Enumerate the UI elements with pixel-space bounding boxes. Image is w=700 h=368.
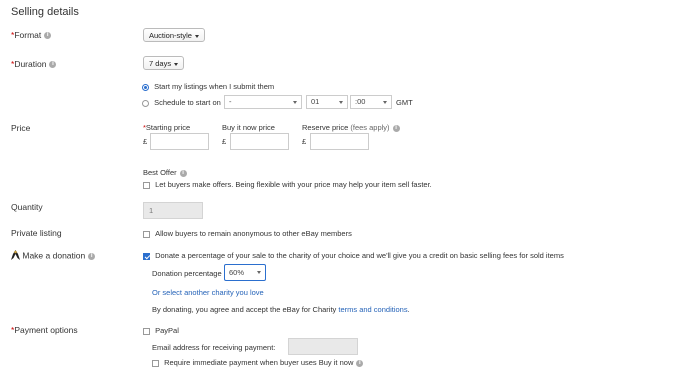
price-label: Price <box>11 123 31 133</box>
info-icon[interactable]: i <box>392 124 400 132</box>
quantity-label: Quantity <box>11 202 43 212</box>
duration-label: *Duration i <box>11 59 57 69</box>
info-icon[interactable]: i <box>49 61 57 69</box>
page-title: Selling details <box>11 6 79 18</box>
payment-options-label: *Payment options <box>11 325 78 335</box>
info-icon[interactable]: i <box>44 32 52 40</box>
donation-terms: By donating, you agree and accept the eB… <box>152 305 410 314</box>
start-now-option[interactable]: Start my listings when I submit them <box>142 82 274 91</box>
terms-link[interactable]: terms and conditions <box>338 305 407 314</box>
best-offer-label: Best Offer i <box>143 168 187 177</box>
donation-option[interactable]: Donate a percentage of your sale to the … <box>143 251 564 260</box>
starting-price-label: *Starting price <box>143 123 191 132</box>
schedule-date-select[interactable]: - <box>224 95 302 109</box>
best-offer-option[interactable]: Let buyers make offers. Being flexible w… <box>143 180 432 189</box>
private-listing-checkbox[interactable] <box>143 230 150 238</box>
immediate-payment-checkbox[interactable] <box>152 359 159 367</box>
buy-now-price-input[interactable] <box>230 133 289 150</box>
start-now-radio[interactable] <box>142 83 149 91</box>
schedule-option[interactable]: Schedule to start on <box>142 98 221 107</box>
private-listing-label: Private listing <box>11 228 62 238</box>
chevron-down-icon <box>257 271 261 274</box>
donation-percentage-label: Donation percentage <box>152 269 222 278</box>
chevron-down-icon <box>339 101 343 104</box>
charity-ribbon-icon <box>11 250 20 262</box>
donation-label: Make a donation i <box>11 250 96 262</box>
currency-symbol: £ <box>302 137 307 146</box>
paypal-option[interactable]: PayPal <box>143 326 179 335</box>
reserve-price-input[interactable] <box>310 133 369 150</box>
currency-symbol: £ <box>222 137 227 146</box>
buy-now-price-label: Buy it now price <box>222 123 275 132</box>
format-dropdown[interactable]: Auction-style <box>143 28 205 42</box>
chevron-down-icon <box>383 101 387 104</box>
immediate-payment-option[interactable]: Require immediate payment when buyer use… <box>152 358 364 367</box>
timezone-label: GMT <box>396 98 413 107</box>
private-listing-option[interactable]: Allow buyers to remain anonymous to othe… <box>143 229 352 238</box>
chevron-down-icon <box>194 34 199 38</box>
reserve-price-label: Reserve price (fees apply) i <box>302 123 400 132</box>
donation-percentage-select[interactable]: 60% <box>224 264 266 281</box>
info-icon[interactable]: i <box>179 169 187 177</box>
chevron-down-icon <box>174 62 179 66</box>
format-label: *Format i <box>11 30 52 40</box>
select-charity-link[interactable]: Or select another charity you love <box>152 288 264 297</box>
chevron-down-icon <box>293 101 297 104</box>
paypal-checkbox[interactable] <box>143 327 150 335</box>
starting-price-input[interactable] <box>150 133 209 150</box>
paypal-email-input[interactable] <box>288 338 358 355</box>
info-icon[interactable]: i <box>88 252 96 260</box>
schedule-hour-select[interactable]: 01 <box>306 95 348 109</box>
best-offer-checkbox[interactable] <box>143 181 150 189</box>
paypal-email-label: Email address for receiving payment: <box>152 343 276 352</box>
donation-checkbox[interactable] <box>143 252 150 260</box>
currency-symbol: £ <box>143 137 148 146</box>
schedule-minute-select[interactable]: :00 <box>350 95 392 109</box>
info-icon[interactable]: i <box>356 359 364 367</box>
schedule-radio[interactable] <box>142 99 149 107</box>
quantity-input[interactable]: 1 <box>143 202 203 219</box>
duration-dropdown[interactable]: 7 days <box>143 56 185 70</box>
